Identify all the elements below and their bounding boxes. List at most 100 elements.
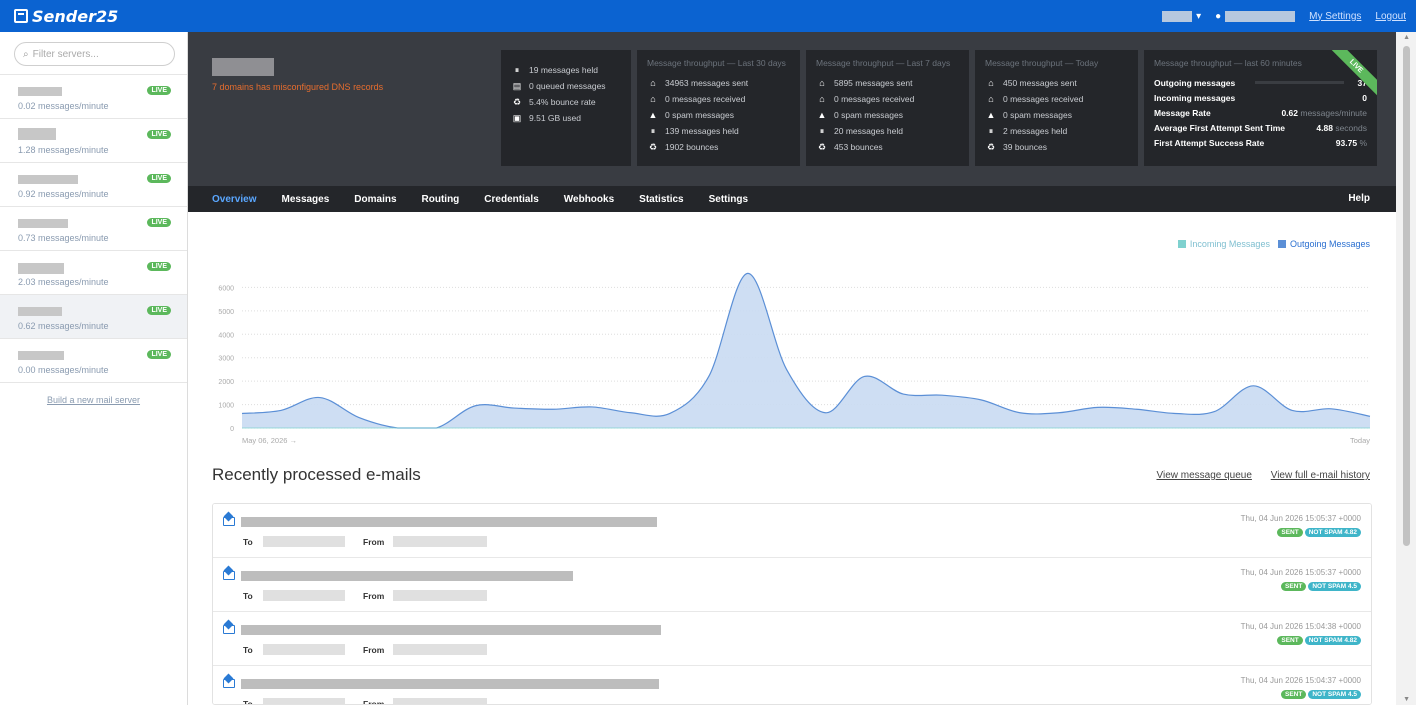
server-item[interactable]: 0.73 messages/minute LIVE [0,206,187,250]
tab-overview[interactable]: Overview [212,194,256,205]
legend-incoming[interactable]: Incoming Messages [1190,239,1270,249]
stat-held: 139 messages held [665,126,739,136]
to-address [263,698,345,704]
envelope-icon [223,679,235,688]
server-item[interactable]: 0.00 messages/minute LIVE [0,338,187,382]
top-bar: Sender25 ▾ ● My Settings Logout [0,0,1416,32]
summary-panel: ⏸ 19 messages held ▤ 0 queued messages ♻ 5.… [501,50,631,166]
filter-icon: ⌕ [23,48,29,60]
email-row[interactable]: To From Thu, 04 Jun 2026 15:04:38 +0000 … [213,612,1371,666]
stat-received: 0 messages received [665,94,746,104]
spam-score-badge: NOT SPAM 4.82 [1304,528,1361,537]
panel-title: Message throughput — Last 7 days [816,58,951,68]
summary-row: ▤ 0 queued messages [511,78,621,94]
server-header: 7 domains has misconfigured DNS records … [188,32,1396,186]
tab-credentials[interactable]: Credentials [484,194,538,205]
server-item[interactable]: 1.28 messages/minute LIVE [0,118,187,162]
throughput-today-panel: Message throughput — Today ⌂ 450 messages… [975,50,1138,166]
view-history-link[interactable]: View full e-mail history [1271,470,1370,481]
tab-statistics[interactable]: Statistics [639,194,683,205]
rate-row: Message Rate 0.62 messages/minute [1154,105,1367,120]
server-name [18,87,62,96]
live-throughput-panel: LIVE Message throughput — last 60 minute… [1144,50,1377,166]
server-item[interactable]: 0.02 messages/minute LIVE [0,74,187,118]
stat-bounces: 453 bounces [834,142,883,152]
app-logo[interactable]: Sender25 [14,7,118,26]
stat-held: 20 messages held [834,126,903,136]
inbox-icon: ⌂ [988,94,994,104]
build-server-link[interactable]: Build a new mail server [0,395,187,405]
server-item[interactable]: 0.92 messages/minute LIVE [0,162,187,206]
scroll-down-icon[interactable]: ▼ [1403,696,1410,703]
server-name [18,307,62,316]
y-tick-label: 2000 [218,379,234,386]
summary-text: 5.4% bounce rate [529,97,596,107]
envelope-icon [223,625,235,634]
user-icon: ● [1215,10,1222,22]
first-attempt-unit: seconds [1335,122,1367,133]
server-name [18,175,78,184]
summary-text: 9.51 GB used [529,113,581,123]
filter-servers-input[interactable]: ⌕ Filter servers... [14,42,175,66]
email-row[interactable]: To From Thu, 04 Jun 2026 15:04:37 +0000 … [213,666,1371,704]
throughput-7-days-panel: Message throughput — Last 7 days ⌂ 5895 m… [806,50,969,166]
server-title [212,58,274,76]
from-label: From [363,591,385,601]
y-tick-label: 1000 [218,403,234,410]
scroll-up-icon[interactable]: ▲ [1403,34,1410,41]
pause-icon: ⏸ [819,125,825,136]
tab-settings[interactable]: Settings [709,194,748,205]
first-attempt-value: 4.88 [1316,122,1333,133]
inbox-icon: ⌂ [819,78,825,88]
stat-sent: 5895 messages sent [834,78,913,88]
view-queue-link[interactable]: View message queue [1156,470,1251,481]
spam-score-badge: NOT SPAM 4.82 [1304,636,1361,645]
email-date: Thu, 04 Jun 2026 15:04:38 +0000 [1240,622,1361,631]
from-label: From [363,537,385,547]
dns-warning-link[interactable]: 7 domains has misconfigured DNS records [212,82,383,92]
email-row[interactable]: To From Thu, 04 Jun 2026 15:05:37 +0000 … [213,558,1371,612]
y-tick-label: 0 [230,426,234,433]
sent-badge: SENT [1277,636,1303,645]
tab-domains[interactable]: Domains [354,194,396,205]
y-tick-label: 4000 [218,332,234,339]
server-item[interactable]: 2.03 messages/minute LIVE [0,250,187,294]
my-settings-link[interactable]: My Settings [1309,11,1361,22]
sent-badge: SENT [1280,690,1307,699]
email-subject [241,679,659,689]
server-name [18,263,64,274]
summary-row: ⏸ 19 messages held [511,62,621,78]
to-address [263,590,345,601]
tab-messages[interactable]: Messages [281,194,329,205]
outgoing-label: Outgoing messages [1154,77,1236,88]
pause-icon: ⏸ [988,125,994,136]
user-name[interactable] [1225,10,1296,22]
success-rate-row: First Attempt Success Rate 93.75 % [1154,135,1367,150]
inbox-icon: ⌂ [988,78,994,88]
legend-outgoing[interactable]: Outgoing Messages [1290,239,1370,249]
spam-score-badge: NOT SPAM 4.5 [1308,690,1361,699]
stat-spam: 0 spam messages [665,110,734,120]
page-scrollbar[interactable]: ▲ ▼ [1396,32,1416,705]
incoming-label: Incoming messages [1154,92,1236,103]
bounce-icon: ♻ [512,96,522,107]
success-label: First Attempt Success Rate [1154,137,1265,148]
stat-spam: 0 spam messages [1003,110,1072,120]
email-date: Thu, 04 Jun 2026 15:05:37 +0000 [1240,514,1361,523]
tab-routing[interactable]: Routing [422,194,460,205]
logout-link[interactable]: Logout [1375,11,1406,22]
to-label: To [243,645,253,655]
success-value: 93.75 [1335,137,1358,148]
y-tick-label: 5000 [218,309,234,316]
from-label: From [363,645,385,655]
email-row[interactable]: To From Thu, 04 Jun 2026 15:05:37 +0000 … [213,504,1371,558]
server-rate: 0.62 messages/minute [18,321,109,331]
stat-bounces: 39 bounces [1003,142,1047,152]
help-link[interactable]: Help [1348,193,1370,204]
org-selector[interactable] [1162,10,1193,22]
scrollbar-thumb[interactable] [1403,46,1410,546]
tab-webhooks[interactable]: Webhooks [564,194,614,205]
caret-down-icon[interactable]: ▾ [1196,11,1201,22]
server-item-selected[interactable]: 0.62 messages/minute LIVE [0,294,187,338]
live-badge: LIVE [147,218,171,227]
